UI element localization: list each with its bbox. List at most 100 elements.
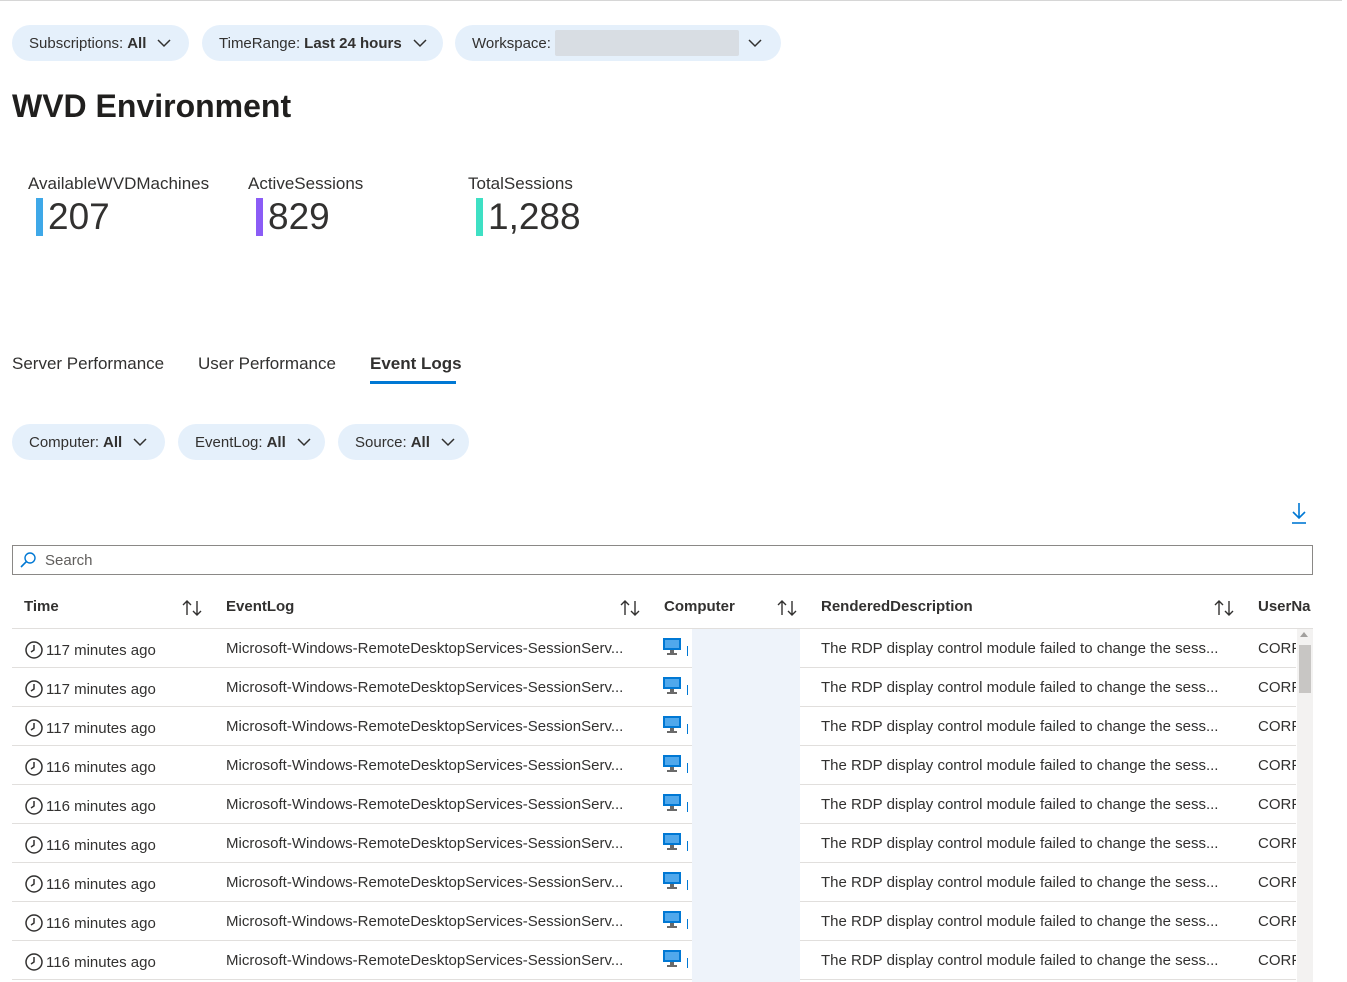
column-header-rendereddescription[interactable]: RenderedDescription xyxy=(821,598,973,615)
cell-computer[interactable] xyxy=(662,949,688,973)
tile-color-bar xyxy=(476,198,483,236)
sort-icon[interactable] xyxy=(1213,598,1235,618)
cell-username: CORP xyxy=(1258,913,1296,930)
cell-time-text: 116 minutes ago xyxy=(46,875,156,893)
workspace-filter-value xyxy=(554,30,739,56)
column-header-username[interactable]: UserNa xyxy=(1258,598,1313,615)
subscriptions-filter[interactable]: Subscriptions: All xyxy=(12,25,189,61)
clock-icon xyxy=(25,719,43,737)
search-box[interactable] xyxy=(12,545,1313,575)
table-row[interactable]: 116 minutes ago Microsoft-Windows-RemoteD… xyxy=(12,902,1296,941)
tile-value: 207 xyxy=(48,196,110,237)
cell-time-text: 116 minutes ago xyxy=(46,914,156,932)
cell-time: 116 minutes ago xyxy=(24,874,156,894)
computer-filter-value: All xyxy=(103,433,123,451)
cell-computer[interactable] xyxy=(662,832,688,856)
table-row[interactable]: 117 minutes ago Microsoft-Windows-RemoteD… xyxy=(12,629,1296,668)
clock-icon xyxy=(25,914,43,932)
table-row[interactable]: 116 minutes ago Microsoft-Windows-RemoteD… xyxy=(12,746,1296,785)
workspace-filter-label: Workspace: xyxy=(472,34,551,52)
cell-username: CORP xyxy=(1258,718,1296,735)
computer-icon xyxy=(663,833,688,851)
download-icon[interactable] xyxy=(1289,501,1309,525)
tile-label: ActiveSessions xyxy=(248,174,364,193)
source-filter[interactable]: Source: All xyxy=(338,424,469,460)
cell-computer[interactable] xyxy=(662,793,688,817)
workspace-filter[interactable]: Workspace: xyxy=(455,25,781,61)
cell-description: The RDP display control module failed to… xyxy=(821,835,1219,852)
cell-computer[interactable] xyxy=(662,715,688,739)
cell-computer[interactable] xyxy=(662,676,688,700)
table-row[interactable]: 117 minutes ago Microsoft-Windows-RemoteD… xyxy=(12,707,1296,746)
cell-description: The RDP display control module failed to… xyxy=(821,679,1219,696)
cell-computer[interactable] xyxy=(662,637,688,661)
cell-time-text: 116 minutes ago xyxy=(46,758,156,776)
eventlog-filter[interactable]: EventLog: All xyxy=(178,424,325,460)
cell-time-text: 116 minutes ago xyxy=(46,836,156,854)
chevron-down-icon xyxy=(748,39,762,48)
cell-eventlog: Microsoft-Windows-RemoteDesktopServices-… xyxy=(226,640,624,657)
cell-eventlog: Microsoft-Windows-RemoteDesktopServices-… xyxy=(226,718,624,735)
sort-icon[interactable] xyxy=(181,598,203,618)
clock-icon xyxy=(25,758,43,776)
scroll-up-arrow-icon[interactable] xyxy=(1300,632,1308,637)
timerange-filter-value: Last 24 hours xyxy=(304,34,402,52)
sort-icon[interactable] xyxy=(619,598,641,618)
scrollbar-thumb[interactable] xyxy=(1299,645,1311,693)
tile-active-sessions: ActiveSessions 829 xyxy=(248,174,363,236)
table-row[interactable]: 116 minutes ago Microsoft-Windows-RemoteD… xyxy=(12,863,1296,902)
computer-icon xyxy=(663,716,688,734)
cell-eventlog: Microsoft-Windows-RemoteDesktopServices-… xyxy=(226,757,624,774)
cell-time: 116 minutes ago xyxy=(24,952,156,972)
table-row[interactable]: 117 minutes ago Microsoft-Windows-RemoteD… xyxy=(12,668,1296,707)
timerange-filter-label: TimeRange: xyxy=(219,34,301,52)
cell-description: The RDP display control module failed to… xyxy=(821,952,1219,969)
cell-eventlog: Microsoft-Windows-RemoteDesktopServices-… xyxy=(226,874,624,891)
cell-description: The RDP display control module failed to… xyxy=(821,874,1219,891)
cell-time: 117 minutes ago xyxy=(24,679,156,699)
cell-eventlog: Microsoft-Windows-RemoteDesktopServices-… xyxy=(226,679,624,696)
tab-server-performance[interactable]: Server Performance xyxy=(12,354,164,374)
cell-description: The RDP display control module failed to… xyxy=(821,718,1219,735)
computer-icon xyxy=(663,638,688,656)
tab-user-performance[interactable]: User Performance xyxy=(198,354,336,374)
cell-computer[interactable] xyxy=(662,754,688,778)
cell-time: 116 minutes ago xyxy=(24,757,156,777)
computer-icon xyxy=(663,911,688,929)
column-header-computer[interactable]: Computer xyxy=(664,598,735,615)
tile-available-machines: AvailableWVDMachines 207 xyxy=(28,174,209,236)
cell-eventlog: Microsoft-Windows-RemoteDesktopServices-… xyxy=(226,835,624,852)
column-header-time[interactable]: Time xyxy=(24,598,59,615)
table-row[interactable]: 116 minutes ago Microsoft-Windows-RemoteD… xyxy=(12,785,1296,824)
cell-username: CORP xyxy=(1258,757,1296,774)
cell-username: CORP xyxy=(1258,679,1296,696)
tile-label: TotalSessions xyxy=(468,174,573,193)
clock-icon xyxy=(25,953,43,971)
tile-value: 829 xyxy=(268,196,330,237)
search-input[interactable] xyxy=(43,550,1247,570)
cell-username: CORP xyxy=(1258,796,1296,813)
page-title: WVD Environment xyxy=(12,88,292,124)
timerange-filter[interactable]: TimeRange: Last 24 hours xyxy=(202,25,443,61)
chevron-down-icon xyxy=(413,39,427,48)
chevron-down-icon xyxy=(441,438,455,447)
active-tab-indicator xyxy=(370,381,456,384)
tile-value: 1,288 xyxy=(488,196,581,237)
cell-eventlog: Microsoft-Windows-RemoteDesktopServices-… xyxy=(226,913,624,930)
cell-description: The RDP display control module failed to… xyxy=(821,913,1219,930)
cell-time-text: 116 minutes ago xyxy=(46,797,156,815)
clock-icon xyxy=(25,797,43,815)
column-header-eventlog[interactable]: EventLog xyxy=(226,598,294,615)
computer-filter[interactable]: Computer: All xyxy=(12,424,165,460)
computer-icon xyxy=(663,872,688,890)
table-row[interactable]: 116 minutes ago Microsoft-Windows-RemoteD… xyxy=(12,941,1296,980)
cell-computer[interactable] xyxy=(662,871,688,895)
table-row[interactable]: 116 minutes ago Microsoft-Windows-RemoteD… xyxy=(12,824,1296,863)
cell-description: The RDP display control module failed to… xyxy=(821,796,1219,813)
clock-icon xyxy=(25,641,43,659)
cell-time: 117 minutes ago xyxy=(24,640,156,660)
tab-event-logs[interactable]: Event Logs xyxy=(370,354,462,374)
sort-icon[interactable] xyxy=(776,598,798,618)
cell-computer[interactable] xyxy=(662,910,688,934)
tile-label: AvailableWVDMachines xyxy=(28,174,210,193)
